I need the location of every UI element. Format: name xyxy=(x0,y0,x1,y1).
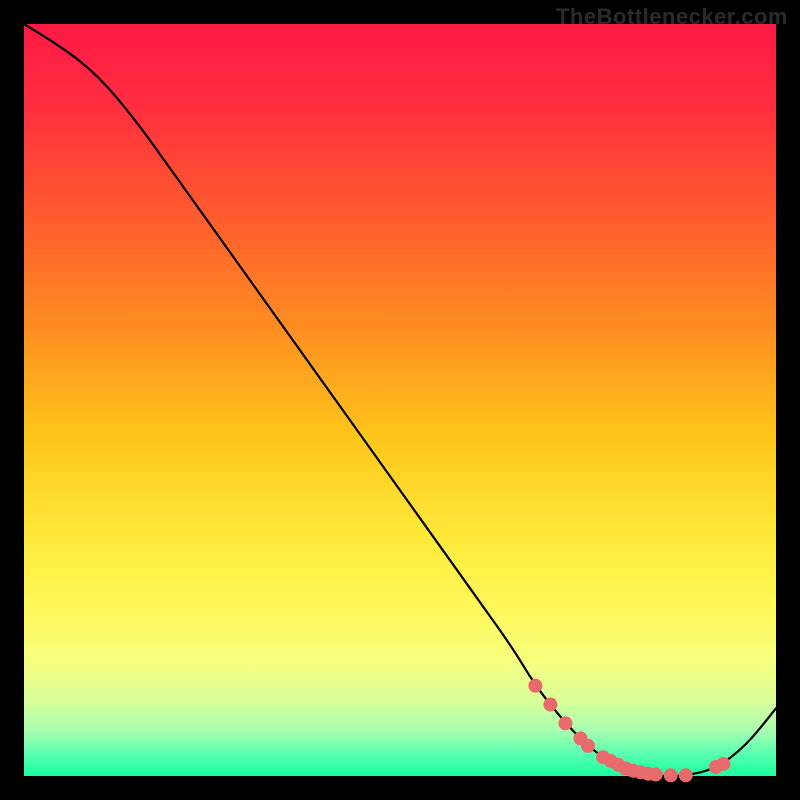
highlight-marker xyxy=(528,679,542,693)
highlight-marker xyxy=(664,768,678,782)
plot-background xyxy=(24,24,776,776)
bottleneck-chart xyxy=(0,0,800,800)
highlight-marker xyxy=(558,716,572,730)
highlight-marker xyxy=(581,739,595,753)
highlight-marker xyxy=(649,767,663,781)
chart-container: TheBottlenecker.com xyxy=(0,0,800,800)
highlight-marker xyxy=(543,698,557,712)
watermark-text: TheBottlenecker.com xyxy=(556,4,788,30)
highlight-marker xyxy=(679,768,693,782)
highlight-marker xyxy=(716,757,730,771)
